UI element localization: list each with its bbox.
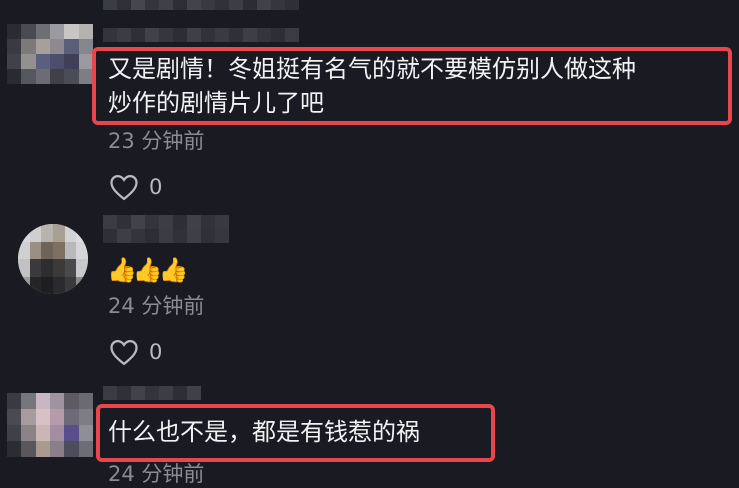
comment-text: 什么也不是，都是有钱惹的祸 — [108, 418, 420, 446]
like-count: 0 — [149, 175, 163, 199]
like-button[interactable]: 0 — [109, 173, 162, 201]
timestamp: 24 分钟前 — [108, 462, 205, 486]
username-blurred — [103, 229, 229, 243]
timestamp: 24 分钟前 — [108, 294, 205, 318]
like-button[interactable]: 0 — [109, 338, 162, 366]
comment-text: 👍👍👍 — [107, 256, 189, 284]
avatar[interactable] — [18, 224, 88, 294]
heart-outline-icon — [109, 338, 139, 366]
avatar[interactable] — [7, 24, 93, 84]
avatar[interactable] — [7, 393, 93, 457]
heart-outline-icon — [109, 173, 139, 201]
username-blurred — [103, 0, 299, 10]
like-count: 0 — [149, 340, 163, 364]
comment-text: 炒作的剧情片儿了吧 — [108, 89, 324, 117]
comment-text: 又是剧情！冬姐挺有名气的就不要模仿别人做这种 — [108, 55, 636, 83]
username-blurred — [103, 28, 299, 42]
username-blurred — [103, 215, 229, 229]
timestamp: 23 分钟前 — [108, 129, 205, 153]
username-blurred — [103, 386, 201, 400]
